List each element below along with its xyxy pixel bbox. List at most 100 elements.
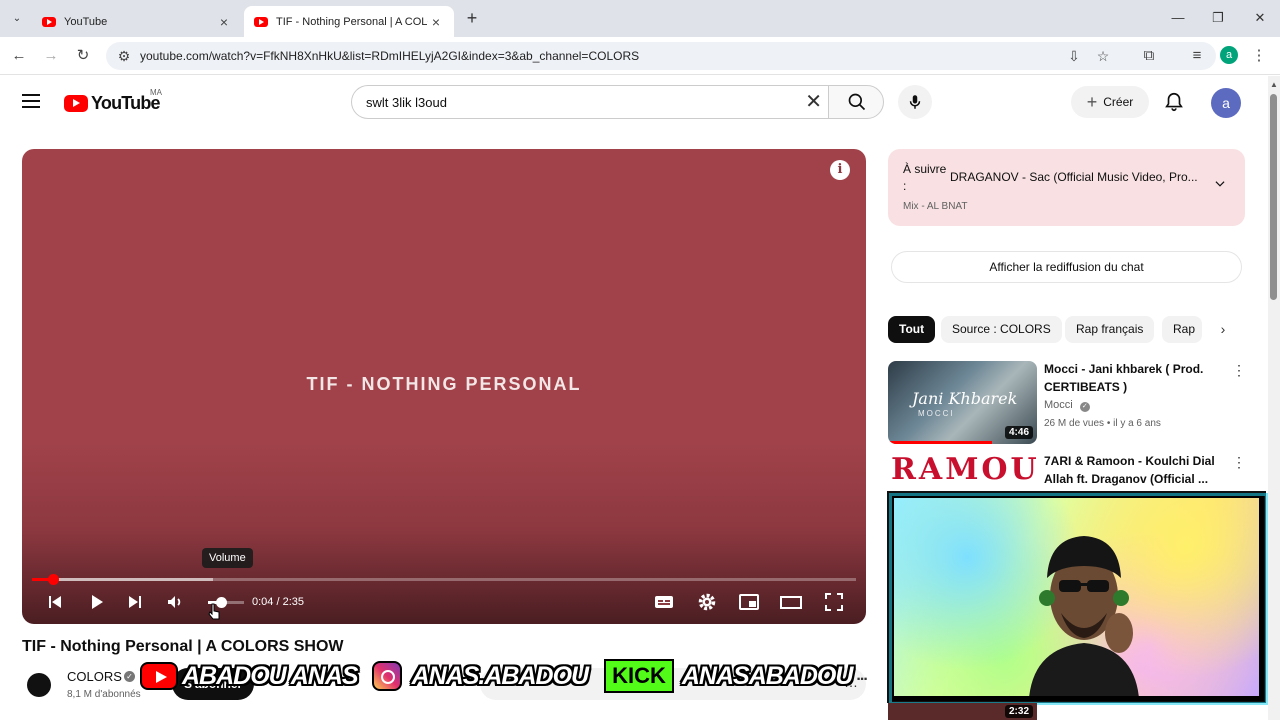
- recommendation-title[interactable]: 7ARI & Ramoon - Koulchi Dial Allah ft. D…: [1044, 452, 1224, 488]
- streamer-webcam-overlay: [887, 491, 1268, 705]
- voice-search-button[interactable]: [898, 85, 932, 119]
- tab-title: YouTube: [64, 15, 108, 28]
- banner-ellipsis: ...: [856, 667, 867, 684]
- account-avatar[interactable]: a: [1211, 88, 1241, 118]
- search-input[interactable]: swlt 3lik l3oud ✕: [351, 85, 828, 119]
- tab-active-video[interactable]: TIF - Nothing Personal | A COLO ×: [244, 6, 454, 37]
- video-player[interactable]: TIF - NOTHING PERSONAL i Volume 0:04 / 2…: [22, 149, 866, 624]
- recommendation-thumbnail[interactable]: RAMOUNI: [888, 452, 1037, 492]
- scrubber-handle[interactable]: [48, 574, 60, 585]
- thumbnail-title-text: Jani Khbarek: [912, 389, 1018, 408]
- maximize-button[interactable]: ❐: [1198, 6, 1238, 30]
- youtube-favicon-icon: [254, 16, 268, 27]
- extensions-icon[interactable]: ⧉: [1138, 45, 1160, 67]
- instagram-logo-icon: [371, 661, 402, 691]
- recommendation-meta: 26 M de vues • il y a 6 ans: [1044, 418, 1161, 429]
- create-label: Créer: [1103, 95, 1134, 109]
- youtube-logo-icon: [140, 662, 178, 690]
- recommendation-title[interactable]: Mocci - Jani khbarek ( Prod. CERTIBEATS …: [1044, 360, 1224, 396]
- youtube-logo[interactable]: YouTube MA: [64, 88, 162, 114]
- chevron-down-icon[interactable]: [1213, 177, 1227, 191]
- thumbnail-title-text: RAMOUNI: [891, 452, 1037, 487]
- video-duration: 4:46: [1004, 426, 1033, 439]
- channel-name[interactable]: COLORS: [67, 669, 122, 684]
- recommendation-thumbnail[interactable]: Jani Khbarek MOCCI 4:46: [888, 361, 1037, 444]
- mute-button[interactable]: [162, 590, 188, 614]
- site-info-icon[interactable]: ⚙: [114, 47, 134, 65]
- settings-button[interactable]: [694, 590, 720, 614]
- scroll-up-icon[interactable]: ▲: [1270, 80, 1278, 89]
- channel-name: Mocci: [1044, 399, 1073, 411]
- video-frame-title: TIF - NOTHING PERSONAL: [306, 374, 582, 394]
- address-bar[interactable]: ⚙ youtube.com/watch?v=FfkNH8XnHkU&list=R…: [106, 42, 1216, 70]
- youtube-handle: ABADOU ANAS: [182, 661, 359, 690]
- notifications-bell-icon[interactable]: [1163, 91, 1185, 113]
- reload-button[interactable]: ↻: [72, 45, 94, 67]
- install-app-icon[interactable]: ⇩: [1064, 47, 1084, 65]
- minimize-button[interactable]: —: [1158, 6, 1198, 30]
- forward-button[interactable]: →: [40, 45, 62, 67]
- scrollbar-thumb[interactable]: [1270, 94, 1277, 300]
- page-scrollbar[interactable]: ▲: [1268, 76, 1280, 720]
- up-next-title[interactable]: DRAGANOV - Sac (Official Music Video, Pr…: [950, 170, 1200, 184]
- chip-rap-francais[interactable]: Rap français: [1065, 316, 1155, 343]
- subtitles-icon: [655, 596, 673, 608]
- youtube-favicon-icon: [42, 16, 56, 27]
- search-query: swlt 3lik l3oud: [366, 95, 447, 110]
- menu-icon[interactable]: [22, 94, 40, 108]
- youtube-header: YouTube MA swlt 3lik l3oud ✕ + Créer a: [0, 76, 1268, 130]
- back-button[interactable]: ←: [8, 45, 30, 67]
- miniplayer-button[interactable]: [736, 590, 762, 614]
- previous-button[interactable]: [42, 590, 68, 614]
- clear-search-icon[interactable]: ✕: [805, 91, 822, 113]
- more-options-icon[interactable]: ⋮: [1232, 454, 1246, 471]
- search-button[interactable]: [828, 85, 884, 119]
- buffered-bar: [32, 578, 214, 581]
- next-button[interactable]: [122, 590, 148, 614]
- subscriber-count: 8,1 M d'abonnés: [67, 689, 141, 700]
- info-icon[interactable]: i: [830, 160, 850, 180]
- kick-logo: KICK: [604, 659, 674, 693]
- chip-rap[interactable]: Rap: [1162, 316, 1202, 343]
- theater-mode-button[interactable]: [778, 590, 804, 614]
- skip-next-icon: [129, 596, 141, 608]
- bookmark-star-icon[interactable]: ☆: [1093, 47, 1113, 65]
- show-chat-replay-button[interactable]: Afficher la rediffusion du chat: [891, 251, 1242, 283]
- fullscreen-icon: [825, 593, 843, 611]
- streamer-social-banner: ABADOU ANAS ANAS.ABADOU KICK ANASABADOU …: [140, 657, 868, 695]
- tab-title: TIF - Nothing Personal | A COLO: [276, 15, 428, 28]
- create-button[interactable]: + Créer: [1071, 86, 1149, 118]
- more-options-icon[interactable]: ⋮: [1232, 362, 1246, 379]
- thumbnail-subtitle-text: MOCCI: [918, 409, 955, 418]
- tab-youtube[interactable]: YouTube ×: [32, 6, 242, 37]
- up-next-panel[interactable]: À suivre : DRAGANOV - Sac (Official Musi…: [888, 149, 1245, 226]
- close-icon[interactable]: ×: [428, 14, 444, 30]
- chip-all[interactable]: Tout: [888, 316, 936, 343]
- progress-bar[interactable]: [32, 574, 856, 585]
- play-button[interactable]: [83, 590, 109, 614]
- fullscreen-button[interactable]: [821, 590, 847, 614]
- browser-menu-icon[interactable]: ⋮: [1248, 45, 1270, 67]
- new-tab-button[interactable]: +: [462, 8, 482, 28]
- recommendation-channel[interactable]: Mocci ✓: [1044, 399, 1090, 412]
- close-icon[interactable]: ×: [216, 14, 232, 30]
- search-icon: [848, 93, 866, 111]
- chip-source-colors[interactable]: Source : COLORS: [941, 316, 1062, 343]
- miniplayer-icon: [739, 594, 759, 610]
- media-control-icon[interactable]: ≡: [1186, 45, 1208, 67]
- close-window-button[interactable]: ✕: [1240, 6, 1280, 30]
- tab-search-icon[interactable]: ⌄: [8, 10, 26, 28]
- video-duration: 2:32: [1004, 705, 1033, 718]
- microphone-icon: [909, 95, 921, 109]
- instagram-handle: ANAS.ABADOU: [411, 661, 589, 690]
- recommendation-thumbnail[interactable]: 2:32: [888, 703, 1037, 720]
- video-title: TIF - Nothing Personal | A COLORS SHOW: [22, 638, 344, 655]
- browser-profile-avatar[interactable]: a: [1220, 46, 1238, 64]
- chevron-right-icon[interactable]: ›: [1214, 321, 1232, 339]
- subtitles-button[interactable]: [651, 590, 677, 614]
- channel-avatar[interactable]: [27, 673, 51, 697]
- streamer-silhouette: [1029, 536, 1139, 696]
- play-icon: [92, 595, 103, 609]
- browser-toolbar: ← → ↻ ⚙ youtube.com/watch?v=FfkNH8XnHkU&…: [0, 37, 1280, 75]
- kick-handle: ANASABADOU: [681, 661, 854, 690]
